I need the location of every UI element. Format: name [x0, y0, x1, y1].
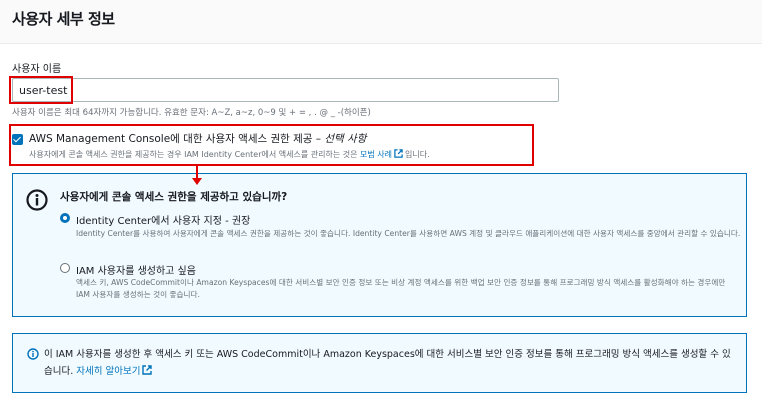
external-link-icon[interactable]: [142, 365, 153, 375]
username-input[interactable]: [12, 78, 559, 102]
info-note-text: 이 IAM 사용자를 생성한 후 액세스 키 또는 AWS CodeCommit…: [44, 349, 731, 377]
optional-label: 선택 사항: [324, 133, 367, 145]
annotation-arrow-head: [192, 178, 202, 185]
option-identity-center-title[interactable]: Identity Center에서 사용자 지정 - 권장: [76, 212, 250, 227]
radio-iam-user[interactable]: [60, 263, 70, 273]
option-iam-user-desc: 액세스 키, AWS CodeCommit이나 Amazon Keyspaces…: [76, 278, 726, 299]
best-practice-link[interactable]: 모범 사례: [360, 150, 392, 159]
console-access-description: 사용자에게 콘솔 액세스 권한을 제공하는 경우 IAM Identity Ce…: [29, 149, 430, 159]
info-icon: [26, 189, 48, 211]
external-link-icon[interactable]: [394, 149, 403, 158]
option-identity-center-desc: Identity Center를 사용하여 사용자에게 콘솔 액세스 권한을 제…: [76, 229, 741, 238]
console-access-label[interactable]: AWS Management Console에 대한 사용자 액세스 권한 제공…: [29, 131, 366, 146]
learn-more-link[interactable]: 자세히 알아보기: [76, 366, 140, 377]
username-hint: 사용자 이름은 최대 64자까지 가능합니다. 유효한 문자: A~Z, a~z…: [12, 108, 371, 118]
console-access-checkbox[interactable]: [12, 134, 23, 145]
info-icon: [27, 348, 39, 360]
section-header: 사용자 세부 정보: [0, 0, 762, 44]
username-label: 사용자 이름: [12, 64, 62, 75]
radio-identity-center[interactable]: [60, 213, 70, 223]
question-title: 사용자에게 콘솔 액세스 권한을 제공하고 있습니까?: [60, 191, 288, 203]
option-iam-user-title[interactable]: IAM 사용자를 생성하고 싶음: [76, 262, 196, 277]
page-title: 사용자 세부 정보: [12, 10, 115, 28]
